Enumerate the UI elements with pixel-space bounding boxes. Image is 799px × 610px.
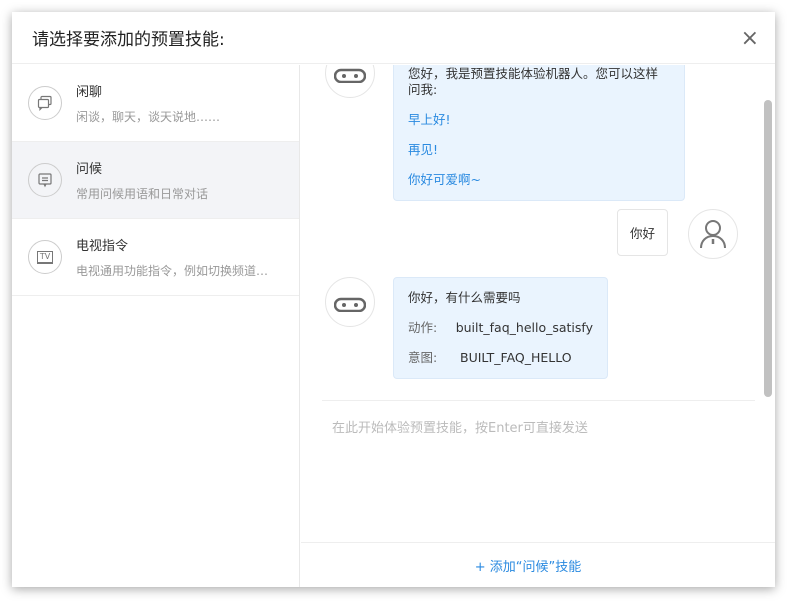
chat-input-area [322,400,755,540]
action-value: built_faq_hello_satisfy [455,320,593,335]
skill-name: 闲聊 [76,85,103,100]
message-icon [28,163,62,197]
skill-item-tv[interactable]: TV 电视指令电视通用功能指令，例如切换频道… [12,219,299,296]
skill-name: 电视指令 [76,239,129,254]
add-skill-button[interactable]: + 添加“问候”技能 [475,556,582,575]
bot-message: 您好，我是预置技能体验机器人。您可以这样问我: 早上好! 再见! 你好可爱啊~ [393,65,685,201]
skill-desc: 常用问候用语和日常对话 [76,187,209,201]
robot-avatar [325,65,375,98]
chat-messages: 您好，我是预置技能体验机器人。您可以这样问我: 早上好! 再见! 你好可爱啊~ … [301,65,775,400]
dialog-title: 请选择要添加的预置技能: [32,30,225,50]
intent-value: BUILT_FAQ_HELLO [460,350,572,365]
bot-intro-text: 您好，我是预置技能体验机器人。您可以这样问我: [408,66,659,97]
close-button[interactable]: × [741,26,759,51]
chat-icon [28,86,62,120]
tv-icon: TV [28,240,62,274]
bot-reply: 你好，有什么需要吗 动作: built_faq_hello_satisfy 意图:… [393,277,608,379]
dialog-header: 请选择要添加的预置技能: [12,12,775,64]
skill-list: 闲聊闲谈，聊天，谈天说地…… 问候常用问候用语和日常对话 TV 电视指令电视通用… [12,65,300,587]
action-label: 动作: [408,320,438,335]
tv-icon-label: TV [36,250,54,264]
user-avatar-icon [688,209,738,259]
user-message: 你好 [617,209,669,256]
robot-avatar [325,277,375,327]
bot-reply-text: 你好，有什么需要吗 [408,290,521,305]
chat-input[interactable] [322,401,755,521]
suggestion-link[interactable]: 早上好! [408,112,670,128]
dialog-footer: + 添加“问候”技能 [301,542,775,587]
skill-desc: 闲谈，聊天，谈天说地…… [76,110,221,124]
chat-scrollbar[interactable] [764,100,772,397]
skill-dialog: 请选择要添加的预置技能: × 闲聊闲谈，聊天，谈天说地…… 问候常用问候用语和日… [12,12,775,587]
intent-label: 意图: [408,350,438,365]
skill-item-chitchat[interactable]: 闲聊闲谈，聊天，谈天说地…… [12,65,299,142]
skill-item-greeting[interactable]: 问候常用问候用语和日常对话 [12,142,299,219]
chat-panel: 您好，我是预置技能体验机器人。您可以这样问我: 早上好! 再见! 你好可爱啊~ … [301,65,775,587]
skill-name: 问候 [76,162,103,177]
suggestion-link[interactable]: 再见! [408,142,670,158]
skill-desc: 电视通用功能指令，例如切换频道… [76,264,269,278]
suggestion-link[interactable]: 你好可爱啊~ [408,172,670,188]
